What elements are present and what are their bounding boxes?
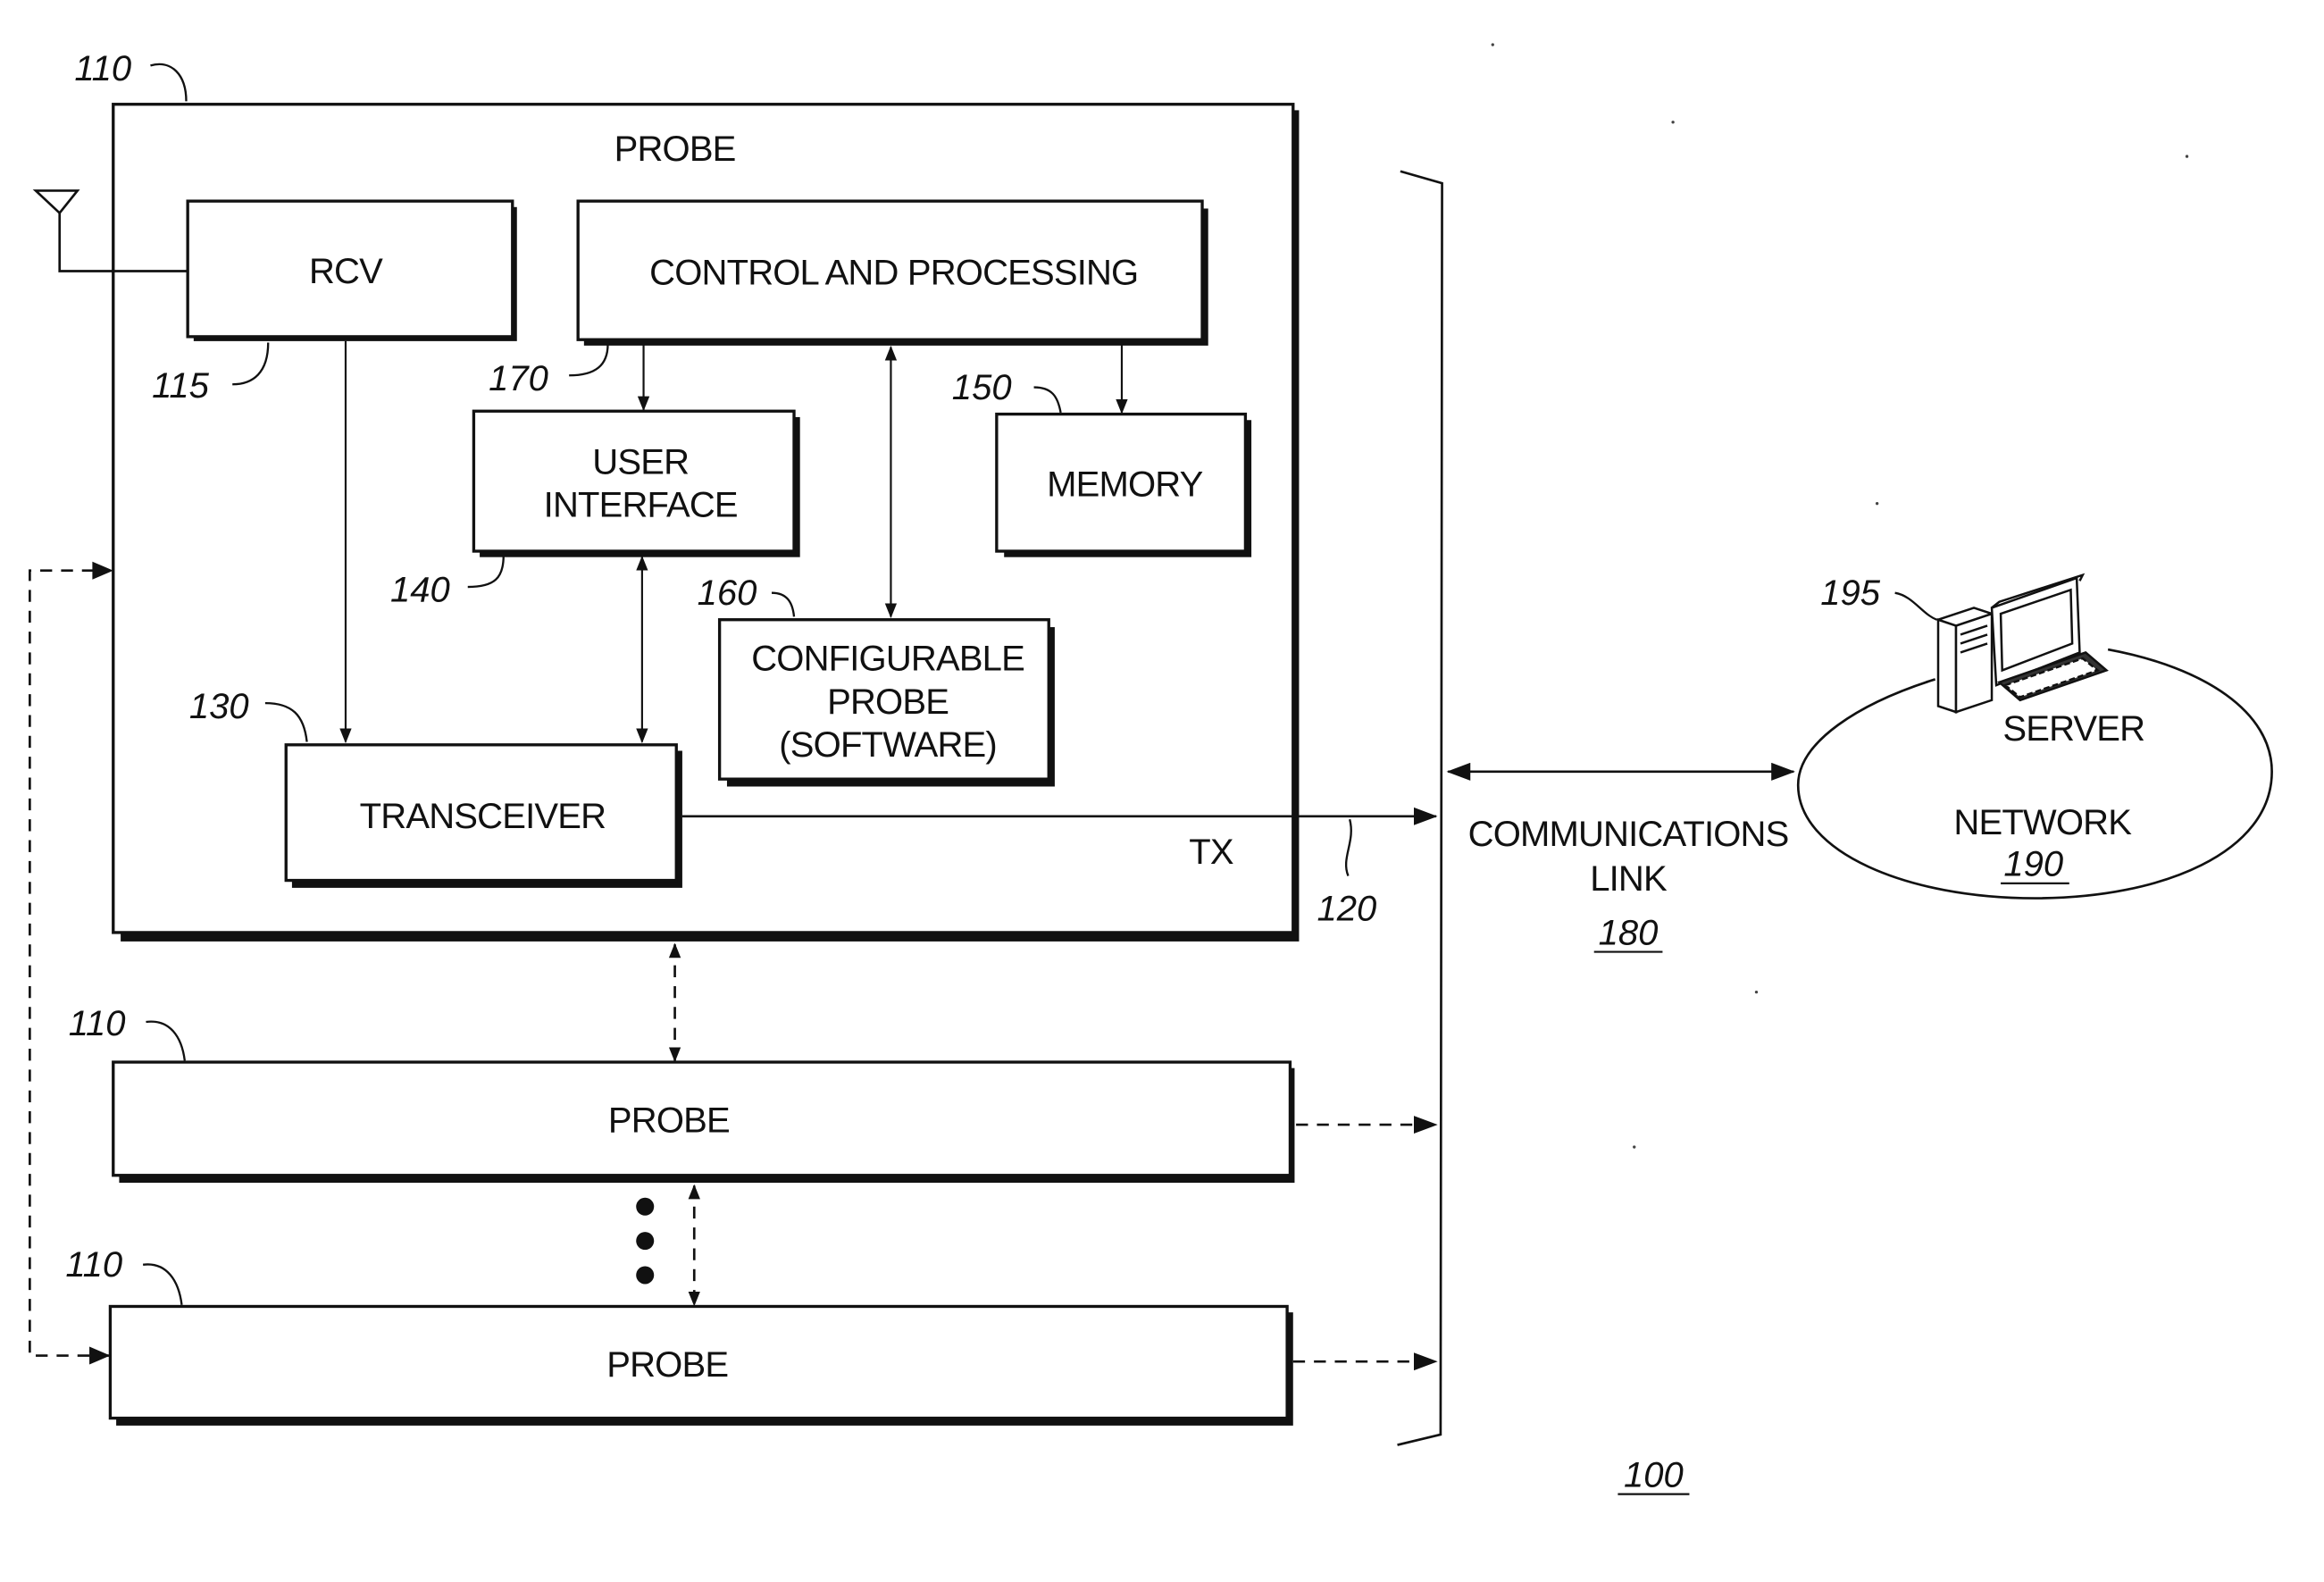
probe-3: PROBE 110 [65, 1245, 1293, 1426]
control-ref: 170 [489, 359, 548, 398]
server-ref: 195 [1820, 573, 1881, 613]
memory-ref: 150 [952, 368, 1012, 407]
ui-label-line2: INTERFACE [544, 486, 738, 525]
probe-3-leader [142, 1263, 183, 1305]
system-block-diagram: PROBE 110 RCV 115 CONTROL AND PROCESSING… [29, 43, 2273, 1495]
feedback-arrowhead-bottom [89, 1346, 111, 1365]
comm-link-ref: 180 [1599, 913, 1659, 952]
config-ref: 160 [698, 573, 757, 613]
transceiver-ref: 130 [189, 687, 249, 726]
tx-ref: 120 [1317, 890, 1376, 929]
network-label: NETWORK [1953, 803, 2132, 842]
network-ref: 190 [2003, 845, 2063, 884]
main-probe-leader [150, 63, 188, 102]
probe-2: PROBE 110 [69, 1004, 1295, 1184]
tx-leader [1344, 818, 1352, 877]
probe-2-leader [146, 1020, 186, 1061]
rcv-label: RCV [309, 252, 383, 291]
server-computer-icon [1935, 573, 2109, 714]
rcv-ref: 115 [152, 366, 210, 406]
probe-2-ref: 110 [69, 1004, 126, 1043]
communications-bracket [1397, 170, 1443, 1446]
config-label-line2: PROBE [827, 682, 949, 722]
probe-3-ref: 110 [65, 1245, 122, 1285]
feedback-arrowhead-top [92, 561, 113, 580]
figure-number: 100 [1624, 1455, 1684, 1494]
server-label: SERVER [2002, 709, 2144, 749]
main-probe-ref: 110 [74, 49, 131, 88]
main-probe-title: PROBE [614, 130, 736, 169]
control-label: CONTROL AND PROCESSING [649, 254, 1138, 293]
tx-label: TX [1189, 833, 1233, 872]
memory-label: MEMORY [1047, 465, 1203, 504]
comm-link-label-line2: LINK [1590, 859, 1668, 899]
server-leader [1894, 591, 1937, 621]
ui-label-line1: USER [592, 442, 689, 481]
probe-2-label: PROBE [608, 1101, 730, 1140]
ui-ref: 140 [390, 571, 450, 610]
more-probes-ellipsis [636, 1197, 655, 1285]
config-label-line3: (SOFTWARE) [779, 725, 997, 765]
config-label-line1: CONFIGURABLE [751, 639, 1024, 678]
comm-link-label-line1: COMMUNICATIONS [1468, 815, 1789, 854]
transceiver-label: TRANSCEIVER [360, 797, 606, 836]
probe-3-label: PROBE [606, 1345, 728, 1385]
feedback-dashed-line [29, 569, 111, 1357]
